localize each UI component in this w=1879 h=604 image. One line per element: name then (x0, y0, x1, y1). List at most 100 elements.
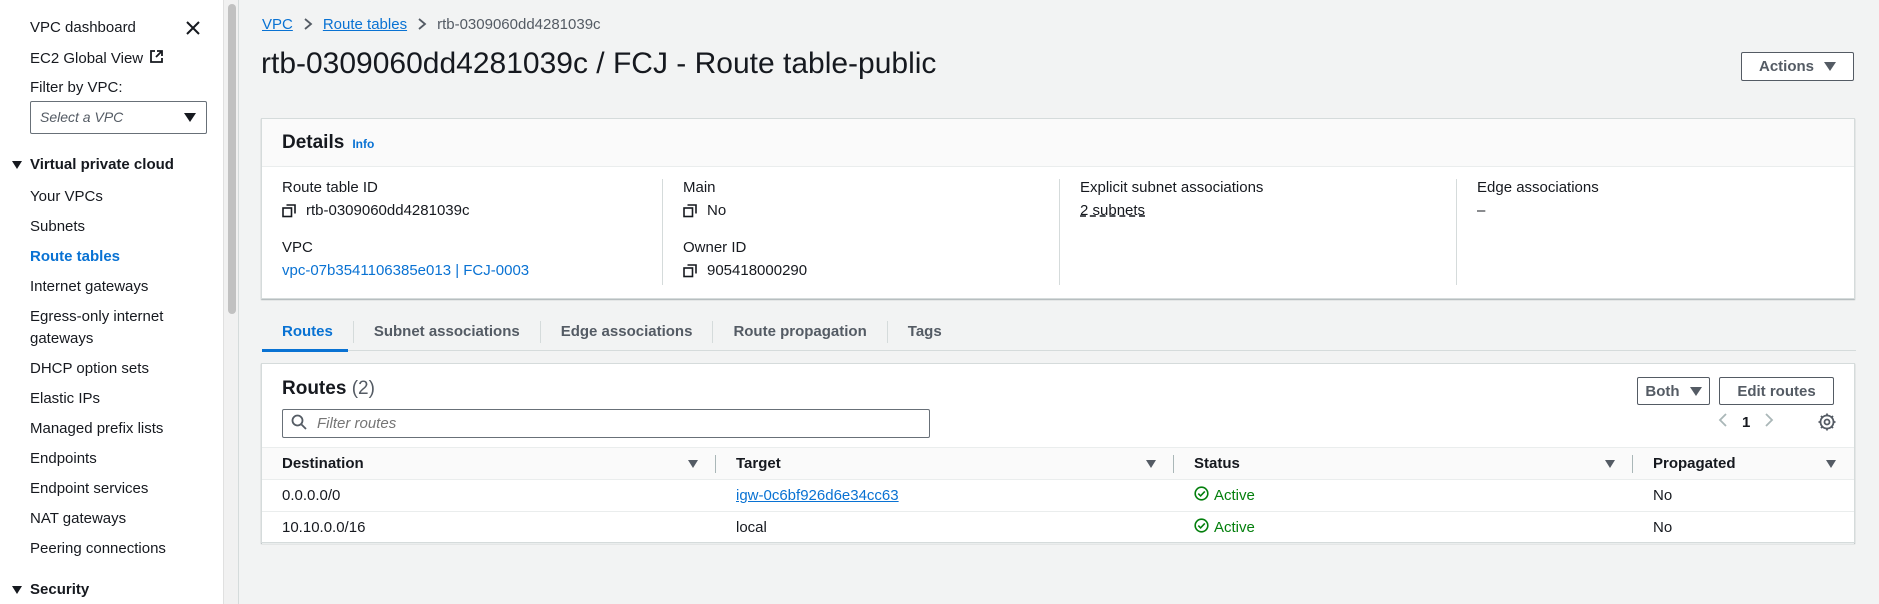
gear-icon[interactable] (1818, 413, 1836, 431)
copy-icon[interactable] (282, 203, 296, 218)
routes-count: (2) (351, 378, 375, 399)
column-destination[interactable]: Destination (262, 447, 716, 480)
section-label: Security (30, 581, 90, 598)
breadcrumb-vpc[interactable]: VPC (262, 16, 293, 33)
page-title: rtb-0309060dd4281039c / FCJ - Route tabl… (261, 47, 937, 80)
check-circle-icon (1194, 486, 1209, 505)
cell-propagated: No (1633, 479, 1854, 512)
sidebar-item-subnets[interactable]: Subnets (30, 216, 210, 238)
column-label: Propagated (1653, 455, 1736, 472)
tab-routes[interactable]: Routes (262, 321, 354, 343)
sort-icon[interactable] (1826, 460, 1836, 468)
chevron-left-icon[interactable] (1718, 413, 1728, 432)
section-security[interactable]: Security (12, 581, 89, 598)
details-panel: Details Info Route table ID rtb-0309060d… (261, 118, 1855, 299)
edit-routes-button[interactable]: Edit routes (1719, 377, 1834, 405)
tab-subnet-associations[interactable]: Subnet associations (354, 321, 541, 343)
details-column-3: Explicit subnet associations 2 subnets (1059, 179, 1456, 285)
explicit-subnet-associations-label: Explicit subnet associations (1080, 179, 1264, 196)
column-target[interactable]: Target (716, 447, 1174, 480)
sidebar-scrollbar[interactable] (223, 0, 238, 604)
close-icon[interactable] (183, 18, 203, 38)
filter-routes-input-wrap[interactable] (282, 409, 930, 438)
sort-icon[interactable] (1605, 460, 1615, 468)
sidebar-item-peering-connections[interactable]: Peering connections (30, 538, 210, 560)
sidebar-item-your-vpcs[interactable]: Your VPCs (30, 186, 210, 208)
vpc-filter-select[interactable]: Select a VPC (30, 101, 207, 134)
target-link[interactable]: igw-0c6bf926d6e34cc63 (736, 487, 899, 504)
cell-status: Active (1174, 511, 1633, 544)
sidebar-item-nat-gateways[interactable]: NAT gateways (30, 508, 210, 530)
active-tab-indicator (262, 348, 348, 352)
both-select[interactable]: Both (1637, 377, 1710, 405)
vpc-select-placeholder: Select a VPC (40, 109, 124, 125)
breadcrumb-current: rtb-0309060dd4281039c (437, 16, 601, 33)
sidebar-item-dhcp-option-sets[interactable]: DHCP option sets (30, 358, 210, 380)
sidebar-item-egress-only-internet-gateways[interactable]: Egress-only internet gateways (30, 306, 210, 350)
breadcrumb-route-tables[interactable]: Route tables (323, 16, 407, 33)
cell-target: igw-0c6bf926d6e34cc63 (716, 479, 1174, 512)
scrollbar-thumb[interactable] (228, 4, 236, 314)
sort-icon[interactable] (688, 460, 698, 468)
table-row: 0.0.0.0/0 igw-0c6bf926d6e34cc63 Active N… (262, 479, 1854, 512)
column-label: Destination (282, 455, 364, 472)
owner-id-label: Owner ID (683, 239, 747, 256)
caret-down-icon (12, 585, 22, 594)
route-table-id: rtb-0309060dd4281039c (306, 202, 470, 219)
explicit-subnet-associations-value[interactable]: 2 subnets (1080, 202, 1456, 219)
section-label: Virtual private cloud (30, 156, 174, 173)
actions-button[interactable]: Actions (1741, 52, 1854, 81)
status-text: Active (1214, 519, 1255, 536)
route-table-id-label: Route table ID (282, 179, 378, 196)
sidebar-item-internet-gateways[interactable]: Internet gateways (30, 276, 210, 298)
caret-down-icon (1689, 386, 1702, 396)
caret-down-icon (1824, 62, 1836, 71)
tab-tags[interactable]: Tags (888, 321, 962, 343)
sidebar-item-elastic-ips[interactable]: Elastic IPs (30, 388, 210, 410)
actions-label: Actions (1758, 58, 1814, 75)
status-badge: Active (1194, 518, 1255, 537)
column-label: Target (736, 455, 781, 472)
vpc-link[interactable]: vpc-07b3541106385e013 | FCJ-0003 (282, 262, 662, 279)
filter-routes-input[interactable] (317, 415, 917, 432)
side-navigation: VPC dashboard EC2 Global View Filter by … (0, 0, 239, 604)
main-label: Main (683, 179, 716, 196)
column-label: Status (1194, 455, 1240, 472)
owner-id-value: 905418000290 (683, 262, 1059, 279)
ec2-global-view-label: EC2 Global View (30, 50, 144, 67)
chevron-right-icon[interactable] (1764, 413, 1774, 432)
edit-routes-label: Edit routes (1737, 382, 1816, 400)
info-link[interactable]: Info (352, 137, 374, 151)
column-propagated[interactable]: Propagated (1633, 447, 1854, 480)
sidebar-item-managed-prefix-lists[interactable]: Managed prefix lists (30, 418, 210, 440)
copy-icon[interactable] (683, 203, 697, 218)
routes-title-text: Routes (282, 378, 347, 399)
status-badge: Active (1194, 486, 1255, 505)
ec2-global-view-link[interactable]: EC2 Global View (30, 49, 164, 68)
cell-target: local (716, 511, 1174, 544)
main-text: No (707, 202, 727, 219)
tab-route-propagation[interactable]: Route propagation (713, 321, 888, 343)
edge-associations-value: – (1477, 202, 1486, 219)
sidebar-item-route-tables[interactable]: Route tables (30, 246, 210, 268)
sidebar-list: Your VPCs Subnets Route tables Internet … (30, 186, 210, 568)
details-header: Details Info (262, 119, 1854, 167)
sort-icon[interactable] (1146, 460, 1156, 468)
tab-edge-associations[interactable]: Edge associations (541, 321, 714, 343)
external-link-icon (149, 49, 164, 68)
tab-routes-wrap: Routes (262, 314, 354, 352)
pagination: 1 (1718, 413, 1774, 432)
column-status[interactable]: Status (1174, 447, 1633, 480)
sidebar-item-endpoint-services[interactable]: Endpoint services (30, 478, 210, 500)
section-virtual-private-cloud[interactable]: Virtual private cloud (12, 156, 174, 173)
details-column-2: Main No Owner ID 905418000290 (662, 179, 1059, 285)
sidebar-item-endpoints[interactable]: Endpoints (30, 448, 210, 470)
cell-destination: 0.0.0.0/0 (262, 479, 716, 512)
owner-id: 905418000290 (707, 262, 808, 279)
vpc-dashboard-link[interactable]: VPC dashboard (30, 19, 136, 36)
chevron-right-icon (303, 17, 313, 33)
copy-icon[interactable] (683, 263, 697, 278)
page-number[interactable]: 1 (1742, 414, 1750, 431)
filter-by-vpc-label: Filter by VPC: (30, 79, 123, 96)
edge-associations-label: Edge associations (1477, 179, 1599, 196)
